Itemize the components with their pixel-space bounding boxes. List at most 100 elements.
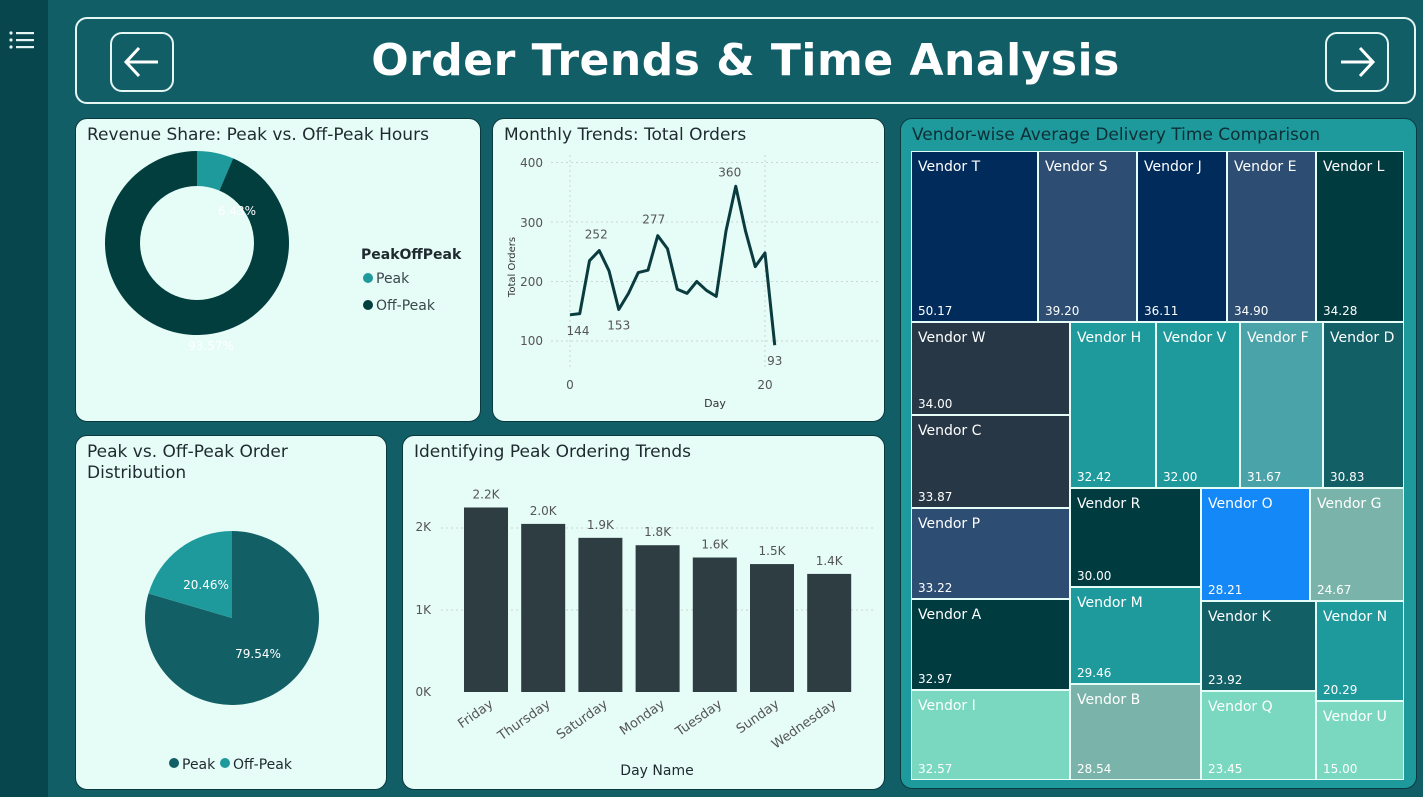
donut-legend-peak[interactable]: Peak [376, 271, 410, 287]
tile-vendor-h[interactable]: Vendor H 32.42 [1070, 322, 1156, 488]
forward-button[interactable] [1325, 32, 1389, 92]
pie-legend-offpeak[interactable]: Off-Peak [233, 757, 293, 773]
bar-tuesday[interactable] [692, 557, 737, 692]
monthly-line-chart: 400 300 200 100 0 20 Day Total Orders 14… [507, 155, 878, 410]
order-distribution-card: Peak vs. Off-Peak Order Distribution Pea… [75, 435, 387, 790]
tile-value: 30.00 [1077, 569, 1112, 583]
tile-value: 34.00 [918, 397, 953, 411]
bar-category-label: Monday [617, 697, 668, 739]
x-axis-label: Day [704, 397, 726, 410]
tile-name: Vendor R [1077, 496, 1141, 512]
tile-vendor-s[interactable]: Vendor S 39.20 [1038, 151, 1137, 322]
line-data-label: 277 [642, 213, 665, 227]
line-data-label: 360 [718, 165, 741, 179]
bar-wednesday[interactable] [807, 573, 852, 692]
tile-value: 33.22 [918, 581, 953, 595]
bar-category-label: Sunday [734, 697, 783, 737]
tile-name: Vendor L [1323, 159, 1385, 175]
bar-thursday[interactable] [521, 523, 566, 692]
tile-value: 20.29 [1323, 683, 1358, 697]
tile-vendor-e[interactable]: Vendor E 34.90 [1227, 151, 1316, 322]
bar-data-label: 1.5K [759, 544, 787, 558]
menu-list-icon[interactable] [8, 28, 36, 56]
tile-vendor-a[interactable]: Vendor A 32.97 [911, 599, 1070, 690]
bar-category-label: Thursday [495, 697, 554, 745]
pie-label-peak: 79.54% [235, 647, 281, 661]
bar-data-label: 2.0K [530, 504, 558, 518]
bar-category-label: Wednesday [769, 697, 840, 753]
tile-vendor-k[interactable]: Vendor K 23.92 [1201, 601, 1316, 691]
pie-label-off-peak: 20.46% [183, 578, 229, 592]
line-data-label: 153 [607, 318, 630, 332]
tile-name: Vendor O [1208, 496, 1273, 512]
tile-name: Vendor Q [1208, 699, 1273, 715]
tile-value: 33.87 [918, 490, 953, 504]
bar-category-label: Saturday [554, 697, 611, 743]
tile-value: 34.90 [1234, 304, 1269, 318]
bar-saturday[interactable] [578, 537, 623, 692]
tile-value: 28.54 [1077, 762, 1112, 776]
tile-value: 23.45 [1208, 762, 1243, 776]
tile-name: Vendor G [1317, 496, 1382, 512]
bar-friday[interactable] [464, 507, 508, 693]
tile-value: 23.92 [1208, 673, 1243, 687]
line-data-label: 144 [567, 324, 590, 338]
y-tick-300: 300 [520, 216, 543, 230]
tile-vendor-r[interactable]: Vendor R 30.00 [1070, 488, 1201, 587]
bar-monday[interactable] [635, 545, 680, 692]
pie-legend-offpeak-swatch [220, 758, 230, 768]
tile-value: 31.67 [1247, 470, 1282, 484]
revenue-share-card: Revenue Share: Peak vs. Off-Peak Hours P… [75, 118, 481, 422]
bar-x-axis-label: Day Name [620, 763, 693, 779]
donut-label-off-peak: 93.57% [188, 339, 234, 353]
tile-vendor-d[interactable]: Vendor D 30.83 [1323, 322, 1404, 488]
tile-vendor-b[interactable]: Vendor B 28.54 [1070, 684, 1201, 780]
tile-value: 15.00 [1323, 762, 1358, 776]
pie-legend-peak[interactable]: Peak [182, 757, 216, 773]
tile-vendor-w[interactable]: Vendor W 34.00 [911, 322, 1070, 415]
tile-name: Vendor I [918, 698, 976, 714]
tile-vendor-u[interactable]: Vendor U 15.00 [1316, 701, 1404, 780]
tile-vendor-t[interactable]: Vendor T 50.17 [911, 151, 1038, 322]
tile-value: 34.28 [1323, 304, 1358, 318]
tile-name: Vendor C [918, 423, 982, 439]
tile-vendor-m[interactable]: Vendor M 29.46 [1070, 587, 1201, 684]
tile-name: Vendor E [1234, 159, 1297, 175]
tile-vendor-v[interactable]: Vendor V 32.00 [1156, 322, 1240, 488]
tile-value: 36.11 [1144, 304, 1179, 318]
orders-line[interactable] [569, 184, 777, 346]
tile-name: Vendor T [918, 159, 981, 175]
line-data-label: 93 [767, 354, 782, 368]
tile-vendor-q[interactable]: Vendor Q 23.45 [1201, 691, 1316, 780]
donut-legend-offpeak[interactable]: Off-Peak [376, 298, 436, 314]
line-data-label: 252 [585, 228, 608, 242]
tile-value: 30.83 [1330, 470, 1365, 484]
tile-vendor-n[interactable]: Vendor N 20.29 [1316, 601, 1404, 701]
x-tick-0: 0 [566, 378, 574, 392]
tile-name: Vendor D [1330, 330, 1395, 346]
tile-name: Vendor N [1323, 609, 1388, 625]
pie-legend-peak-swatch [169, 758, 179, 768]
tile-vendor-i[interactable]: Vendor I 32.57 [911, 690, 1070, 780]
vendor-treemap-card: Vendor-wise Average Delivery Time Compar… [900, 118, 1417, 789]
tile-name: Vendor V [1163, 330, 1227, 346]
tile-vendor-p[interactable]: Vendor P 33.22 [911, 508, 1070, 599]
tile-vendor-c[interactable]: Vendor C 33.87 [911, 415, 1070, 508]
tile-name: Vendor K [1208, 609, 1271, 625]
tile-vendor-f[interactable]: Vendor F 31.67 [1240, 322, 1323, 488]
page-title: Order Trends & Time Analysis [371, 35, 1120, 86]
bar-sunday[interactable] [750, 564, 794, 692]
tile-name: Vendor S [1045, 159, 1108, 175]
bar-data-label: 1.4K [816, 554, 844, 568]
legend-offpeak-swatch [363, 300, 373, 310]
donut-legend-title: PeakOffPeak [361, 247, 462, 263]
tile-vendor-j[interactable]: Vendor J 36.11 [1137, 151, 1227, 322]
bar-y-tick-2k: 2K [415, 520, 432, 534]
tile-vendor-g[interactable]: Vendor G 24.67 [1310, 488, 1404, 601]
tile-value: 24.67 [1317, 583, 1352, 597]
tile-value: 29.46 [1077, 666, 1112, 680]
y-tick-400: 400 [520, 156, 543, 170]
tile-vendor-l[interactable]: Vendor L 34.28 [1316, 151, 1404, 322]
tile-value: 39.20 [1045, 304, 1080, 318]
tile-vendor-o[interactable]: Vendor O 28.21 [1201, 488, 1310, 601]
